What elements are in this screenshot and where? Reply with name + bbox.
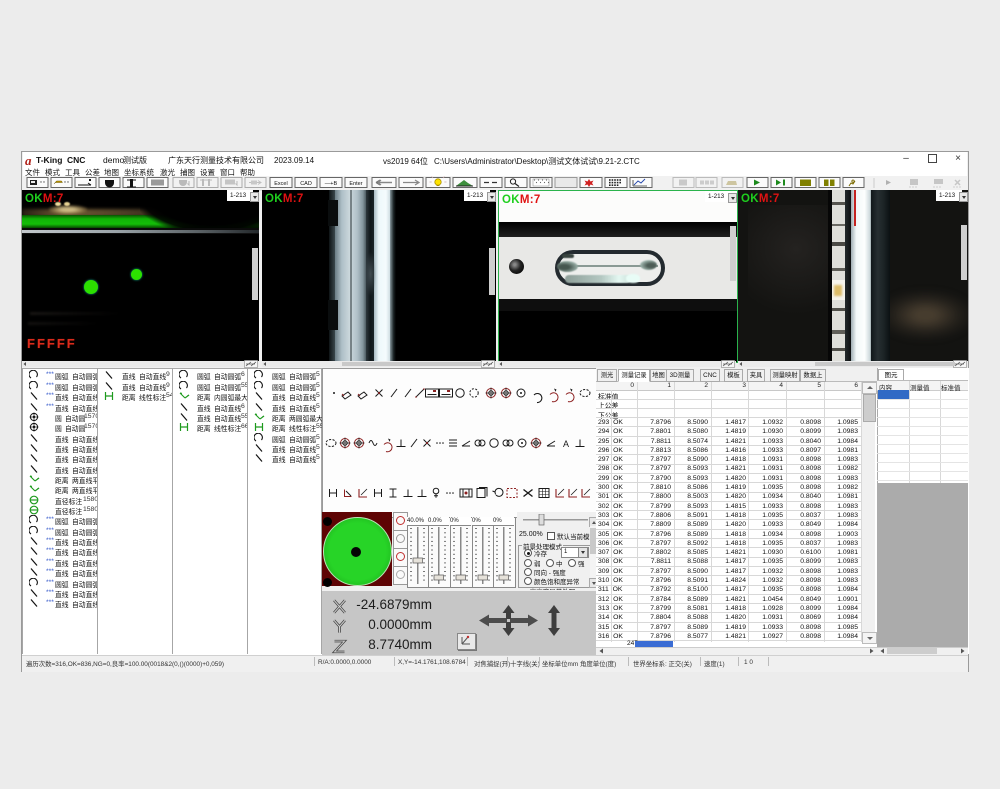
svg-text:CAD: CAD <box>300 181 312 187</box>
svg-text:Enter: Enter <box>349 181 362 187</box>
svg-text:—+B: —+B <box>325 181 338 187</box>
svg-text:Excel: Excel <box>274 181 287 187</box>
svg-text:A: A <box>563 439 569 449</box>
